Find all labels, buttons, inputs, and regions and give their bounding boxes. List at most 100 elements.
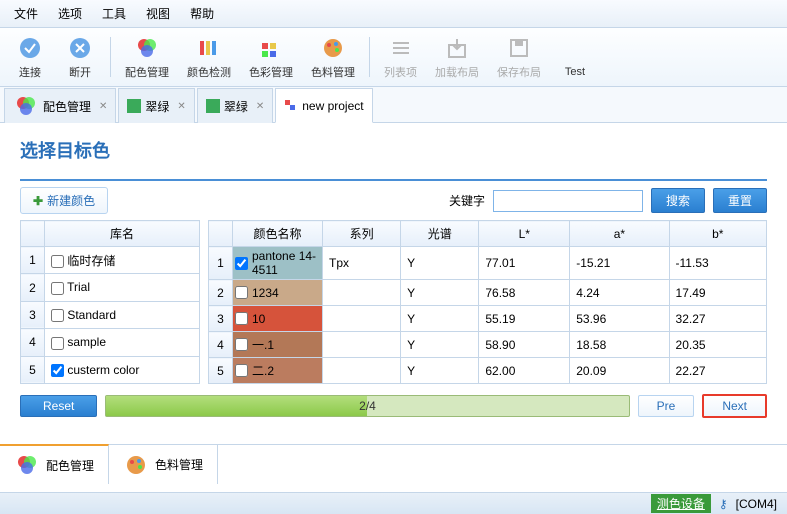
statusbar: 测色设备 ⚷ [COM4] xyxy=(0,492,787,514)
-icon xyxy=(561,36,589,64)
a-cell: -15.21 xyxy=(570,247,669,280)
menu-1[interactable]: 选项 xyxy=(48,2,92,25)
color-name-cell[interactable]: pantone 14-4511 xyxy=(233,247,323,280)
color-row[interactable]: 2 1234 Y 76.58 4.24 17.49 xyxy=(209,280,767,306)
color-row[interactable]: 1 pantone 14-4511 Tpx Y 77.01 -15.21 -11… xyxy=(209,247,767,280)
l-cell: 55.19 xyxy=(479,306,570,332)
library-checkbox[interactable] xyxy=(51,309,64,322)
library-checkbox[interactable] xyxy=(51,364,64,377)
color-name-cell[interactable]: 二.2 xyxy=(233,358,323,384)
library-row[interactable]: 5 custerm color xyxy=(21,356,200,383)
tab-label: 翠绿 xyxy=(224,98,248,115)
toolbar-detect[interactable]: 颜色检测 xyxy=(179,32,239,82)
toolbar: 连接断开配色管理颜色检测色彩管理色料管理列表项加载布局保存布局Test xyxy=(0,28,787,87)
tab-2[interactable]: 翠绿 ✕ xyxy=(197,88,273,123)
color-checkbox[interactable] xyxy=(235,338,248,351)
color-header-5[interactable]: b* xyxy=(669,221,766,247)
tab-0[interactable]: 配色管理✕ xyxy=(4,88,116,123)
bottom-tab-1[interactable]: 色料管理 xyxy=(109,445,218,484)
color-header-2[interactable]: 光谱 xyxy=(401,221,479,247)
row-number: 5 xyxy=(209,358,233,384)
bottom-tab-label: 色料管理 xyxy=(155,456,203,473)
b-cell: 22.27 xyxy=(669,358,766,384)
separator xyxy=(110,37,111,77)
row-number: 5 xyxy=(21,356,45,383)
close-icon[interactable]: ✕ xyxy=(256,101,264,112)
reset-button[interactable]: Reset xyxy=(20,395,97,417)
series-cell xyxy=(323,332,401,358)
tab-3[interactable]: new project xyxy=(275,88,372,123)
progress-text: 2/4 xyxy=(106,399,628,413)
menu-4[interactable]: 帮助 xyxy=(180,2,224,25)
library-row[interactable]: 4 sample xyxy=(21,329,200,356)
spectrum-cell: Y xyxy=(401,280,479,306)
menu-0[interactable]: 文件 xyxy=(4,2,48,25)
toolbar-unlink[interactable]: 断开 xyxy=(56,32,104,82)
library-row[interactable]: 3 Standard xyxy=(21,301,200,328)
spectrum-cell: Y xyxy=(401,332,479,358)
pre-button[interactable]: Pre xyxy=(638,395,695,417)
color-checkbox[interactable] xyxy=(235,312,248,325)
library-row[interactable]: 2 Trial xyxy=(21,274,200,301)
color-name-cell[interactable]: 1234 xyxy=(233,280,323,306)
color-name: 1234 xyxy=(252,286,279,300)
library-checkbox[interactable] xyxy=(51,337,64,350)
search-button[interactable]: 搜索 xyxy=(651,188,705,213)
color-row[interactable]: 5 二.2 Y 62.00 20.09 22.27 xyxy=(209,358,767,384)
toolbar-label: 色料管理 xyxy=(311,64,355,80)
toolbar-colors[interactable]: 色彩管理 xyxy=(241,32,301,82)
color-checkbox[interactable] xyxy=(235,364,248,377)
tab-label: 翠绿 xyxy=(145,98,169,115)
toolbar-test[interactable]: Test xyxy=(551,34,599,80)
spectrum-cell: Y xyxy=(401,247,479,280)
toolbar-save: 保存布局 xyxy=(489,32,549,82)
color-checkbox[interactable] xyxy=(235,257,248,270)
detect-icon xyxy=(195,34,223,62)
toolbar-palette[interactable]: 配色管理 xyxy=(117,32,177,82)
bottom-tab-0[interactable]: 配色管理 xyxy=(0,444,109,484)
toolbar-label: 配色管理 xyxy=(125,64,169,80)
menu-3[interactable]: 视图 xyxy=(136,2,180,25)
green-icon xyxy=(206,99,220,113)
library-cell[interactable]: sample xyxy=(45,329,200,356)
new-color-button[interactable]: ✚ 新建颜色 xyxy=(20,187,108,214)
library-cell[interactable]: Trial xyxy=(45,274,200,301)
search-input[interactable] xyxy=(493,190,643,212)
color-header-1[interactable]: 系列 xyxy=(323,221,401,247)
toolbar-label: 色彩管理 xyxy=(249,64,293,80)
library-checkbox[interactable] xyxy=(51,255,64,268)
color-checkbox[interactable] xyxy=(235,286,248,299)
toolbar-link[interactable]: 连接 xyxy=(6,32,54,82)
toolbar-label: 断开 xyxy=(69,64,91,80)
b-cell: 17.49 xyxy=(669,280,766,306)
color-name: 二.2 xyxy=(252,362,274,379)
color-row[interactable]: 3 10 Y 55.19 53.96 32.27 xyxy=(209,306,767,332)
paint-icon xyxy=(319,34,347,62)
toolbar-label: 连接 xyxy=(19,64,41,80)
color-header-3[interactable]: L* xyxy=(479,221,570,247)
library-checkbox[interactable] xyxy=(51,282,64,295)
next-button[interactable]: Next xyxy=(702,394,767,418)
toolbar-paint[interactable]: 色料管理 xyxy=(303,32,363,82)
close-icon[interactable]: ✕ xyxy=(99,101,107,112)
color-name-cell[interactable]: 10 xyxy=(233,306,323,332)
color-name-cell[interactable]: 一.1 xyxy=(233,332,323,358)
tab-1[interactable]: 翠绿 ✕ xyxy=(118,88,194,123)
color-table: 颜色名称系列光谱L*a*b* 1 pantone 14-4511 Tpx Y 7… xyxy=(208,220,767,384)
palette-icon xyxy=(14,452,40,478)
color-header-4[interactable]: a* xyxy=(570,221,669,247)
menu-2[interactable]: 工具 xyxy=(92,2,136,25)
close-icon[interactable]: ✕ xyxy=(177,101,185,112)
library-row[interactable]: 1 临时存储 xyxy=(21,247,200,274)
library-cell[interactable]: custerm color xyxy=(45,356,200,383)
a-cell: 18.58 xyxy=(570,332,669,358)
library-cell[interactable]: Standard xyxy=(45,301,200,328)
a-cell: 20.09 xyxy=(570,358,669,384)
color-header-0[interactable]: 颜色名称 xyxy=(233,221,323,247)
library-cell[interactable]: 临时存储 xyxy=(45,247,200,274)
reset-search-button[interactable]: 重置 xyxy=(713,188,767,213)
color-row[interactable]: 4 一.1 Y 58.90 18.58 20.35 xyxy=(209,332,767,358)
device-status[interactable]: 测色设备 xyxy=(651,494,711,513)
l-cell: 62.00 xyxy=(479,358,570,384)
row-number: 3 xyxy=(209,306,233,332)
